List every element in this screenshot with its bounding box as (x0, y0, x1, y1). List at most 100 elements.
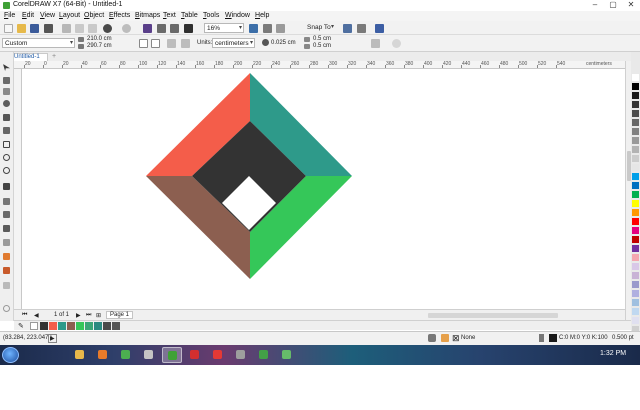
palette-swatch[interactable] (632, 218, 639, 226)
interactive-fill-tool[interactable] (2, 266, 12, 275)
palette-swatch[interactable] (632, 137, 639, 145)
add-tab-button[interactable]: + (50, 53, 58, 61)
menu-effects[interactable]: Effects (109, 12, 130, 19)
palette-swatch[interactable] (632, 146, 639, 154)
menu-help[interactable]: Help (255, 12, 269, 19)
palette-swatch[interactable] (632, 119, 639, 127)
save-icon[interactable] (30, 24, 39, 33)
no-color-swatch[interactable] (30, 322, 38, 330)
application-launcher-icon[interactable] (357, 24, 366, 33)
page-width-field[interactable]: 210.0 cm (87, 36, 112, 42)
snap-to-dropdown[interactable]: Snap To ▾ (305, 23, 335, 33)
text-tool[interactable] (2, 182, 12, 191)
ellipse-tool[interactable] (2, 153, 12, 162)
menu-tools[interactable]: Tools (203, 12, 219, 19)
palette-swatch[interactable] (632, 227, 639, 235)
add-tool-button[interactable] (2, 304, 12, 313)
parallel-dimension-tool[interactable] (2, 197, 12, 206)
palette-swatch[interactable] (632, 209, 639, 217)
palette-swatch[interactable] (632, 236, 639, 244)
document-palette-swatch[interactable] (67, 322, 75, 330)
palette-swatch[interactable] (632, 110, 639, 118)
vertical-ruler[interactable] (14, 69, 22, 309)
nudge-distance-field[interactable]: 0.025 cm (271, 40, 296, 46)
palette-swatch[interactable] (632, 317, 639, 325)
palette-swatch[interactable] (632, 92, 639, 100)
landscape-icon[interactable] (151, 39, 160, 48)
print-icon[interactable] (44, 24, 53, 33)
zoom-level-select[interactable]: 16% ▾ (204, 23, 244, 33)
tab-untitled-1[interactable]: Untitled-1 (10, 53, 48, 61)
taskbar-chrome-button[interactable] (116, 347, 136, 363)
first-page-icon[interactable]: ⏮ (22, 312, 27, 319)
smart-fill-tool[interactable] (2, 281, 12, 290)
menu-view[interactable]: View (40, 12, 55, 19)
last-page-icon[interactable]: ⏭ (86, 312, 91, 319)
start-button[interactable] (2, 347, 19, 363)
menu-object[interactable]: Object (84, 12, 104, 19)
menu-file[interactable]: File (4, 12, 15, 19)
rectangle-tool[interactable] (2, 140, 12, 149)
export-icon[interactable] (170, 24, 179, 33)
cut-icon[interactable] (62, 24, 71, 33)
transparency-tool[interactable] (2, 238, 12, 247)
palette-swatch[interactable] (632, 290, 639, 298)
units-select[interactable]: centimeters ▾ (212, 38, 255, 48)
drop-shadow-tool[interactable] (2, 224, 12, 233)
palette-swatch[interactable] (632, 299, 639, 307)
menu-bitmaps[interactable]: Bitmaps (135, 12, 160, 19)
drawing-canvas[interactable] (23, 69, 625, 309)
portrait-icon[interactable] (139, 39, 148, 48)
paste-icon[interactable] (88, 24, 97, 33)
page-size-select[interactable]: Custom ▾ (2, 38, 75, 48)
taskbar-app-gray-button[interactable] (231, 347, 251, 363)
play-icon[interactable]: ▶ (48, 334, 57, 343)
menu-edit[interactable]: Edit (22, 12, 34, 19)
horizontal-scrollbar[interactable] (428, 313, 558, 318)
taskbar-explorer-button[interactable] (70, 347, 90, 363)
page-height-field[interactable]: 290.7 cm (87, 43, 112, 49)
document-color-icon[interactable] (428, 334, 436, 342)
show-grid-icon[interactable] (276, 24, 285, 33)
document-palette-swatch[interactable] (40, 322, 48, 330)
palette-swatch[interactable] (632, 173, 639, 181)
taskbar-acrobat-button[interactable] (185, 347, 205, 363)
redo-icon[interactable] (122, 24, 131, 33)
palette-swatch[interactable] (632, 101, 639, 109)
previous-page-icon[interactable]: ◀ (34, 312, 39, 319)
menu-text[interactable]: Text (163, 12, 176, 19)
copy-icon[interactable] (75, 24, 84, 33)
palette-swatch[interactable] (632, 272, 639, 280)
taskbar-app-green2-button[interactable] (277, 347, 297, 363)
current-page-icon[interactable] (181, 39, 190, 48)
palette-swatch[interactable] (632, 281, 639, 289)
horizontal-ruler[interactable]: 20 0 20 40 60 80 100 120 140 160 180 200 220 240 260 28… (14, 61, 625, 69)
palette-swatch[interactable] (632, 200, 639, 208)
taskbar-coreldraw-button[interactable] (162, 347, 182, 363)
treat-as-filled-icon[interactable] (371, 39, 380, 48)
options-icon[interactable] (343, 24, 352, 33)
palette-swatch[interactable] (632, 128, 639, 136)
add-page-icon[interactable]: ⊞ (96, 312, 101, 319)
palette-swatch[interactable] (632, 263, 639, 271)
coreldraw-app-icon[interactable] (3, 2, 10, 9)
palette-swatch[interactable] (632, 155, 639, 163)
color-eyedropper-tool[interactable] (2, 252, 12, 261)
welcome-screen-icon[interactable] (375, 24, 384, 33)
freehand-tool[interactable] (2, 113, 12, 122)
document-palette-swatch[interactable] (112, 322, 120, 330)
document-palette-swatch[interactable] (103, 322, 111, 330)
add-preset-icon[interactable] (392, 39, 401, 48)
menu-layout[interactable]: Layout (59, 12, 80, 19)
pick-tool[interactable] (2, 63, 12, 72)
open-folder-icon[interactable] (17, 24, 26, 33)
palette-swatch[interactable] (632, 245, 639, 253)
artistic-media-tool[interactable] (2, 126, 12, 135)
crop-tool[interactable] (2, 87, 12, 96)
document-palette-swatch[interactable] (49, 322, 57, 330)
palette-swatch[interactable] (632, 182, 639, 190)
palette-swatch[interactable] (632, 254, 639, 262)
polygon-tool[interactable] (2, 166, 12, 175)
document-palette-swatch[interactable] (76, 322, 84, 330)
new-document-icon[interactable] (4, 24, 13, 33)
